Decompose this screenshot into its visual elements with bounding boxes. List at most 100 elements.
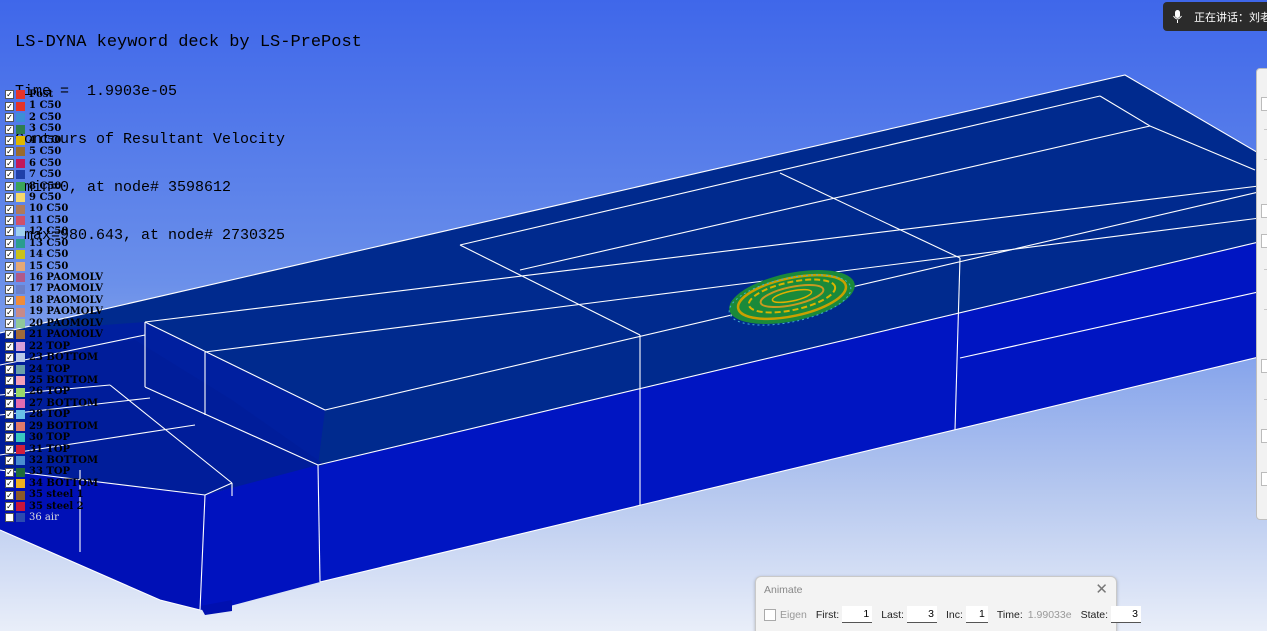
legend-item[interactable]: ✓ 27 BOTTOM [5, 398, 103, 409]
checkbox-icon[interactable]: ✓ [5, 456, 14, 466]
legend-item[interactable]: ✓ 10 C50 [5, 203, 103, 214]
legend-item[interactable]: ✓ 12 C50 [5, 226, 103, 237]
checkbox-icon[interactable]: ✓ [5, 284, 14, 294]
legend-item[interactable]: ✓ 15 C50 [5, 261, 103, 272]
legend-item[interactable]: ✓ 28 TOP [5, 409, 103, 420]
legend-item[interactable]: ✓ 14 C50 [5, 249, 103, 260]
checkbox-icon[interactable]: ✓ [5, 170, 14, 180]
legend-item[interactable]: ✓ 20 PAOMOLV [5, 318, 103, 329]
checkbox-icon[interactable]: ✓ [5, 444, 14, 454]
checkbox-icon[interactable]: ✓ [5, 421, 14, 431]
legend-item[interactable]: ✓ 21 PAOMOLV [5, 329, 103, 340]
legend-item[interactable]: ✓ 9 C50 [5, 192, 103, 203]
legend-item-label: 27 BOTTOM [29, 397, 99, 409]
legend-item[interactable]: ✓ 16 PAOMOLV [5, 272, 103, 283]
legend-item[interactable]: ✓ 23 BOTTOM [5, 352, 103, 363]
checkbox-icon[interactable]: ✓ [5, 490, 14, 500]
legend-item[interactable]: ✓ 7 C50 [5, 169, 103, 180]
increment-input[interactable] [965, 606, 988, 623]
legend-item[interactable]: ✓ 2 C50 [5, 112, 103, 123]
legend-item[interactable]: ✓ 8 C50 [5, 181, 103, 192]
eigen-checkbox[interactable] [764, 608, 776, 621]
checkbox-icon[interactable]: ✓ [5, 318, 14, 328]
voice-chat-indicator[interactable]: 正在讲话：刘老 [1163, 2, 1267, 31]
checkbox-icon[interactable]: ✓ [5, 250, 14, 260]
color-swatch [16, 147, 25, 157]
state-input[interactable] [1111, 606, 1141, 623]
legend-item[interactable]: ✓ 35 steel 1 [5, 489, 103, 500]
checkbox-icon[interactable]: ✓ [5, 135, 14, 145]
legend-item[interactable]: ✓ 26 TOP [5, 386, 103, 397]
checkbox-icon[interactable] [5, 513, 14, 523]
checkbox-icon[interactable]: ✓ [5, 296, 14, 306]
checkbox-icon[interactable]: ✓ [5, 273, 14, 283]
panel-control[interactable] [1261, 429, 1267, 443]
checkbox-icon[interactable]: ✓ [5, 204, 14, 214]
legend-item[interactable]: ✓ 33 TOP [5, 466, 103, 477]
legend-item[interactable]: ✓ 25 BOTTOM [5, 375, 103, 386]
checkbox-icon[interactable]: ✓ [5, 307, 14, 317]
legend-item[interactable]: ✓ 13 C50 [5, 238, 103, 249]
checkbox-icon[interactable]: ✓ [5, 410, 14, 420]
panel-control[interactable] [1261, 472, 1267, 486]
legend-item[interactable]: ✓ 32 BOTTOM [5, 455, 103, 466]
checkbox-icon[interactable]: ✓ [5, 467, 14, 477]
checkbox-icon[interactable]: ✓ [5, 433, 14, 443]
graphics-viewport[interactable]: LS-DYNA keyword deck by LS-PrePost Time … [0, 0, 1267, 631]
checkbox-icon[interactable]: ✓ [5, 399, 14, 409]
legend-item-label: 26 TOP [29, 386, 71, 398]
last-state-input[interactable] [906, 606, 937, 623]
legend-item[interactable]: ✓ 35 steel 2 [5, 501, 103, 512]
legend-item[interactable]: 36 air [5, 512, 103, 523]
checkbox-icon[interactable]: ✓ [5, 113, 14, 123]
legend-item[interactable]: ✓ 34 BOTTOM [5, 478, 103, 489]
checkbox-icon[interactable]: ✓ [5, 216, 14, 226]
checkbox-icon[interactable]: ✓ [5, 364, 14, 374]
checkbox-icon[interactable]: ✓ [5, 330, 14, 340]
checkbox-icon[interactable]: ✓ [5, 124, 14, 134]
checkbox-icon[interactable]: ✓ [5, 387, 14, 397]
legend-item[interactable]: ✓ 6 C50 [5, 158, 103, 169]
checkbox-icon[interactable]: ✓ [5, 101, 14, 111]
legend-item[interactable]: ✓ 17 PAOMOLV [5, 283, 103, 294]
legend-item[interactable]: ✓ 22 TOP [5, 341, 103, 352]
first-state-input[interactable] [842, 606, 873, 623]
panel-control[interactable] [1261, 97, 1267, 111]
legend-item[interactable]: ✓ 3 C50 [5, 123, 103, 134]
color-swatch [16, 479, 25, 489]
checkbox-icon[interactable]: ✓ [5, 90, 14, 100]
legend-item[interactable]: ✓ 30 TOP [5, 432, 103, 443]
panel-control[interactable] [1261, 359, 1267, 373]
checkbox-icon[interactable]: ✓ [5, 181, 14, 191]
animate-dialog[interactable]: Animate ✕ Eigen First: Last: Inc: Time: … [755, 576, 1141, 631]
legend-item[interactable]: ✓ 1 C50 [5, 100, 103, 111]
checkbox-icon[interactable]: ✓ [5, 147, 14, 157]
legend-item[interactable]: ✓ 18 PAOMOLV [5, 295, 103, 306]
color-swatch [16, 387, 25, 397]
color-swatch [16, 250, 25, 260]
legend-item[interactable]: ✓ 31 TOP [5, 444, 103, 455]
legend-item[interactable]: ✓ 19 PAOMOLV [5, 306, 103, 317]
close-icon[interactable]: ✕ [1095, 580, 1108, 598]
checkbox-icon[interactable]: ✓ [5, 261, 14, 271]
checkbox-icon[interactable]: ✓ [5, 376, 14, 386]
checkbox-icon[interactable]: ✓ [5, 227, 14, 237]
checkbox-icon[interactable]: ✓ [5, 158, 14, 168]
legend-header[interactable]: ✓ Post [5, 89, 103, 100]
checkbox-icon[interactable]: ✓ [5, 353, 14, 363]
legend-item[interactable]: ✓ 24 TOP [5, 364, 103, 375]
legend-item[interactable]: ✓ 29 BOTTOM [5, 421, 103, 432]
checkbox-icon[interactable]: ✓ [5, 193, 14, 203]
legend-item[interactable]: ✓ 5 C50 [5, 146, 103, 157]
checkbox-icon[interactable]: ✓ [5, 341, 14, 351]
color-swatch [16, 101, 25, 111]
checkbox-icon[interactable]: ✓ [5, 501, 14, 511]
panel-control[interactable] [1261, 204, 1267, 218]
side-control-panel[interactable] [1256, 68, 1267, 520]
checkbox-icon[interactable]: ✓ [5, 238, 14, 248]
panel-control[interactable] [1261, 234, 1267, 248]
legend-item[interactable]: ✓ 4 C50 [5, 135, 103, 146]
checkbox-icon[interactable]: ✓ [5, 479, 14, 489]
legend-item[interactable]: ✓ 11 C50 [5, 215, 103, 226]
legend-item-label: 29 BOTTOM [29, 420, 99, 432]
